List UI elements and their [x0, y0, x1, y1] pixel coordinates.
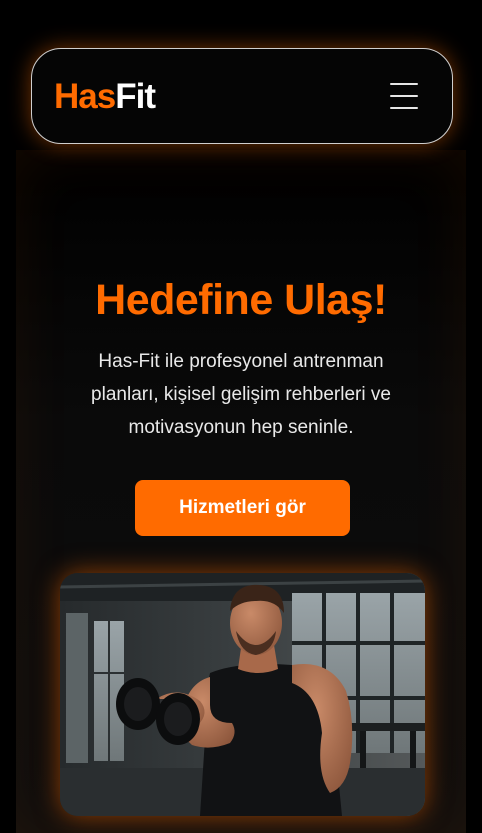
hero-image [60, 573, 425, 816]
logo-fit: Fit [115, 76, 156, 116]
navbar: HasFit [31, 48, 453, 144]
menu-bar [390, 95, 418, 97]
menu-bar [390, 83, 418, 85]
logo-has: Has [54, 76, 116, 116]
services-button[interactable]: Hizmetleri gör [135, 480, 350, 536]
gym-man-photo [60, 573, 425, 816]
hamburger-menu-icon[interactable] [390, 83, 418, 109]
hero-title: Hedefine Ulaş! [95, 276, 387, 324]
menu-bar [390, 107, 418, 109]
logo[interactable]: HasFit [54, 76, 156, 116]
hero-description: Has-Fit ile profesyonel antrenman planla… [91, 351, 391, 438]
